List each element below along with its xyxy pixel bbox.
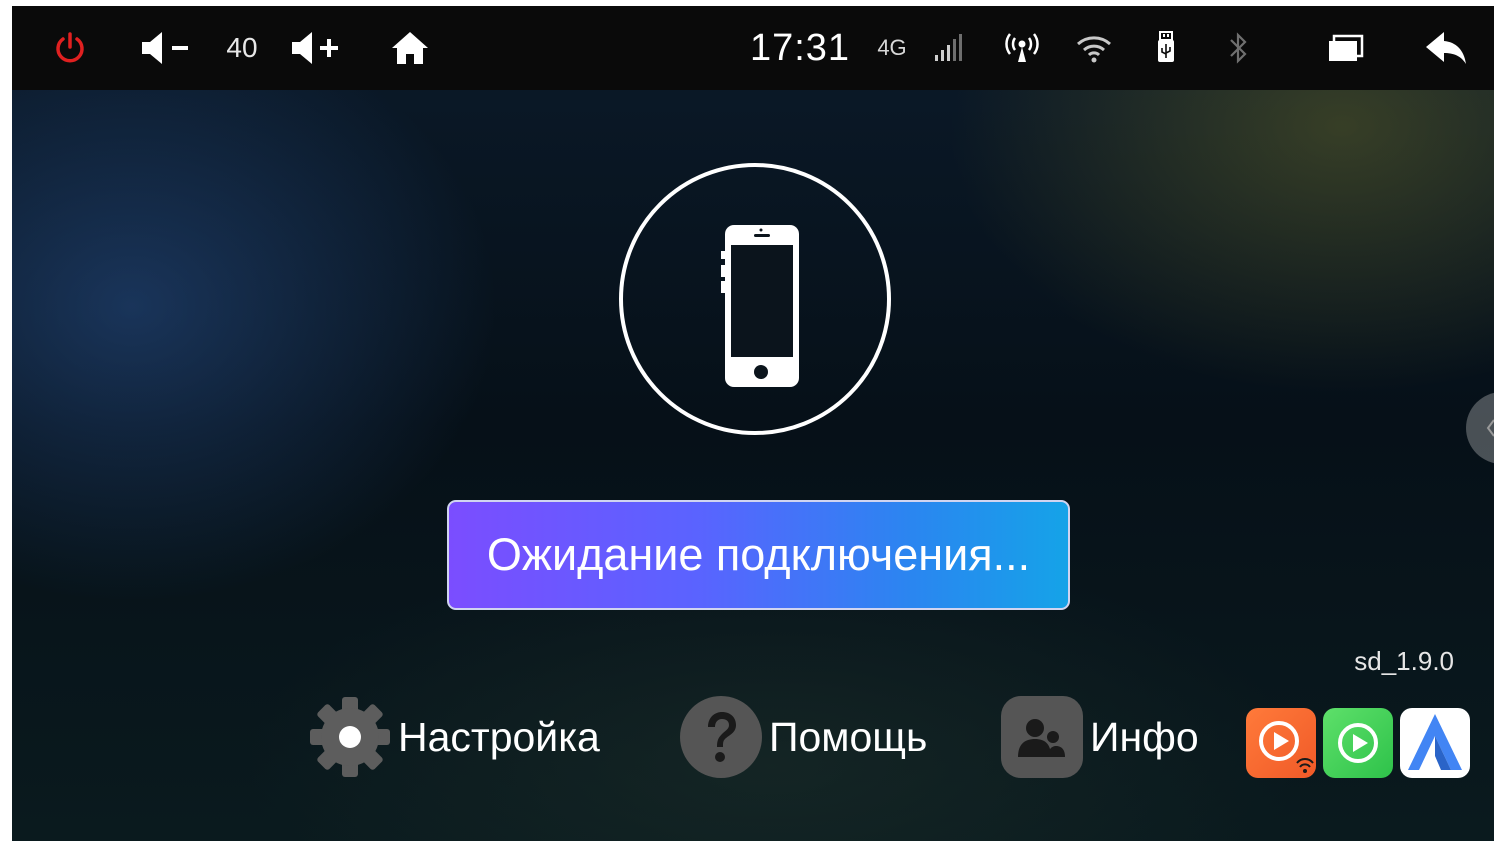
home-icon[interactable] bbox=[388, 6, 432, 90]
wifi-icon bbox=[1072, 6, 1116, 90]
settings-label: Настройка bbox=[398, 713, 600, 760]
bluetooth-icon bbox=[1220, 6, 1256, 90]
android-auto-icon[interactable] bbox=[1400, 708, 1470, 778]
gear-icon bbox=[308, 695, 392, 779]
volume-down-icon[interactable] bbox=[136, 6, 196, 90]
side-panel-handle[interactable] bbox=[1466, 392, 1494, 464]
help-question-icon bbox=[679, 695, 763, 779]
info-button[interactable]: Инфо bbox=[1000, 694, 1199, 780]
volume-up-icon[interactable] bbox=[286, 6, 346, 90]
wireless-carplay-icon[interactable] bbox=[1246, 708, 1316, 778]
help-button[interactable]: Помощь bbox=[679, 694, 927, 780]
settings-button[interactable]: Настройка bbox=[308, 694, 600, 780]
back-arrow-icon[interactable] bbox=[1422, 6, 1470, 90]
usb-icon bbox=[1148, 6, 1184, 90]
power-icon[interactable] bbox=[48, 6, 92, 90]
contacts-icon bbox=[1000, 695, 1084, 779]
info-label: Инфо bbox=[1090, 713, 1199, 760]
version-label: sd_1.9.0 bbox=[1354, 646, 1454, 676]
carplay-screen: 40 17:31 4G Ожидание подключения... sd_1… bbox=[12, 6, 1494, 841]
multi-window-icon[interactable] bbox=[1324, 6, 1368, 90]
hotspot-icon bbox=[1000, 6, 1044, 90]
status-bar: 40 17:31 4G bbox=[12, 6, 1494, 90]
waiting-connection-label: Ожидание подключения... bbox=[486, 529, 1031, 580]
phone-connection-indicator bbox=[619, 163, 891, 435]
network-type: 4G bbox=[877, 35, 907, 60]
volume-level: 40 bbox=[226, 32, 258, 63]
help-label: Помощь bbox=[769, 713, 928, 760]
clock: 17:31 bbox=[749, 26, 851, 69]
smartphone-icon bbox=[721, 223, 801, 394]
carplay-icon[interactable] bbox=[1323, 708, 1393, 778]
signal-bars-icon bbox=[930, 6, 966, 90]
waiting-connection-button[interactable]: Ожидание подключения... bbox=[447, 500, 1070, 610]
